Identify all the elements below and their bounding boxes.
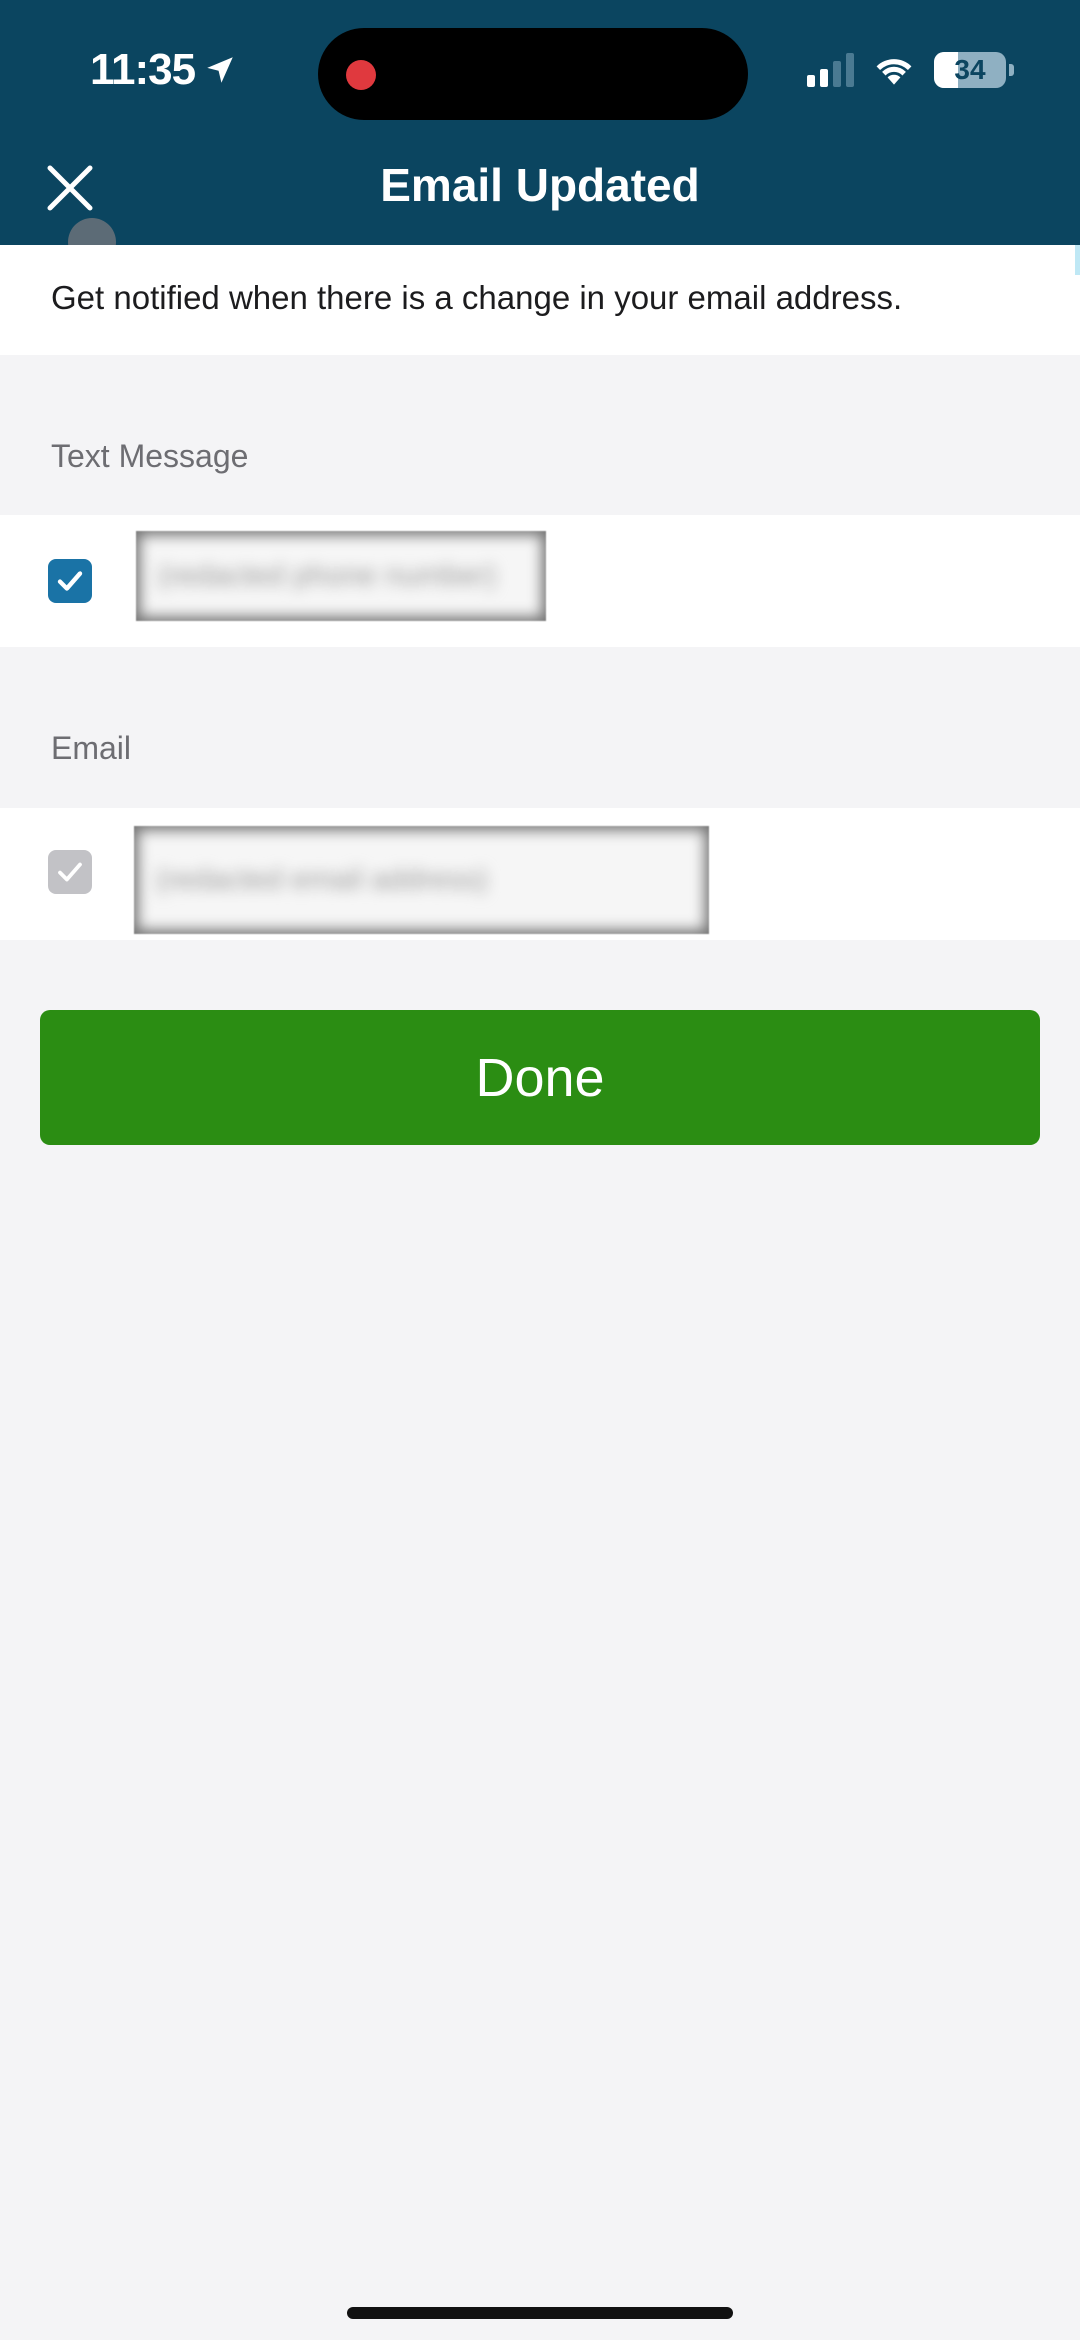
phone-number-text: (redacted phone number): [158, 559, 497, 592]
status-bar-indicators: 34: [807, 52, 1014, 88]
clock-time: 11:35: [90, 45, 196, 94]
app-header: 11:35 34 Email Updated: [0, 0, 1080, 245]
phone-number-value: (redacted phone number): [136, 531, 546, 621]
checkmark-icon: [58, 862, 82, 882]
email-checkbox[interactable]: [48, 850, 92, 894]
home-indicator[interactable]: [347, 2307, 733, 2319]
scroll-indicator: [1075, 245, 1080, 275]
text-message-checkbox[interactable]: [48, 559, 92, 603]
status-bar-time: 11:35: [90, 45, 237, 95]
location-arrow-icon: [207, 57, 233, 83]
wifi-icon: [876, 59, 912, 85]
intro-description: Get notified when there is a change in y…: [51, 279, 903, 316]
email-address-text: (redacted email address): [156, 863, 488, 896]
page-title: Email Updated: [380, 159, 700, 211]
battery-percent: 34: [954, 54, 986, 85]
section-label-email: Email: [51, 730, 132, 766]
recording-dot-icon: [346, 60, 376, 90]
section-label-text-message: Text Message: [51, 438, 249, 474]
text-message-row: (redacted phone number): [0, 515, 1080, 647]
email-address-value: (redacted email address): [134, 826, 709, 934]
checkmark-icon: [57, 571, 83, 591]
battery-icon: 34: [934, 52, 1006, 88]
email-row: (redacted email address): [0, 808, 1080, 940]
cellular-signal-icon: [807, 53, 854, 87]
battery-tip: [1009, 64, 1014, 76]
dynamic-island: [318, 28, 748, 120]
intro-section: Get notified when there is a change in y…: [0, 245, 1080, 355]
done-button[interactable]: Done: [40, 1010, 1040, 1145]
